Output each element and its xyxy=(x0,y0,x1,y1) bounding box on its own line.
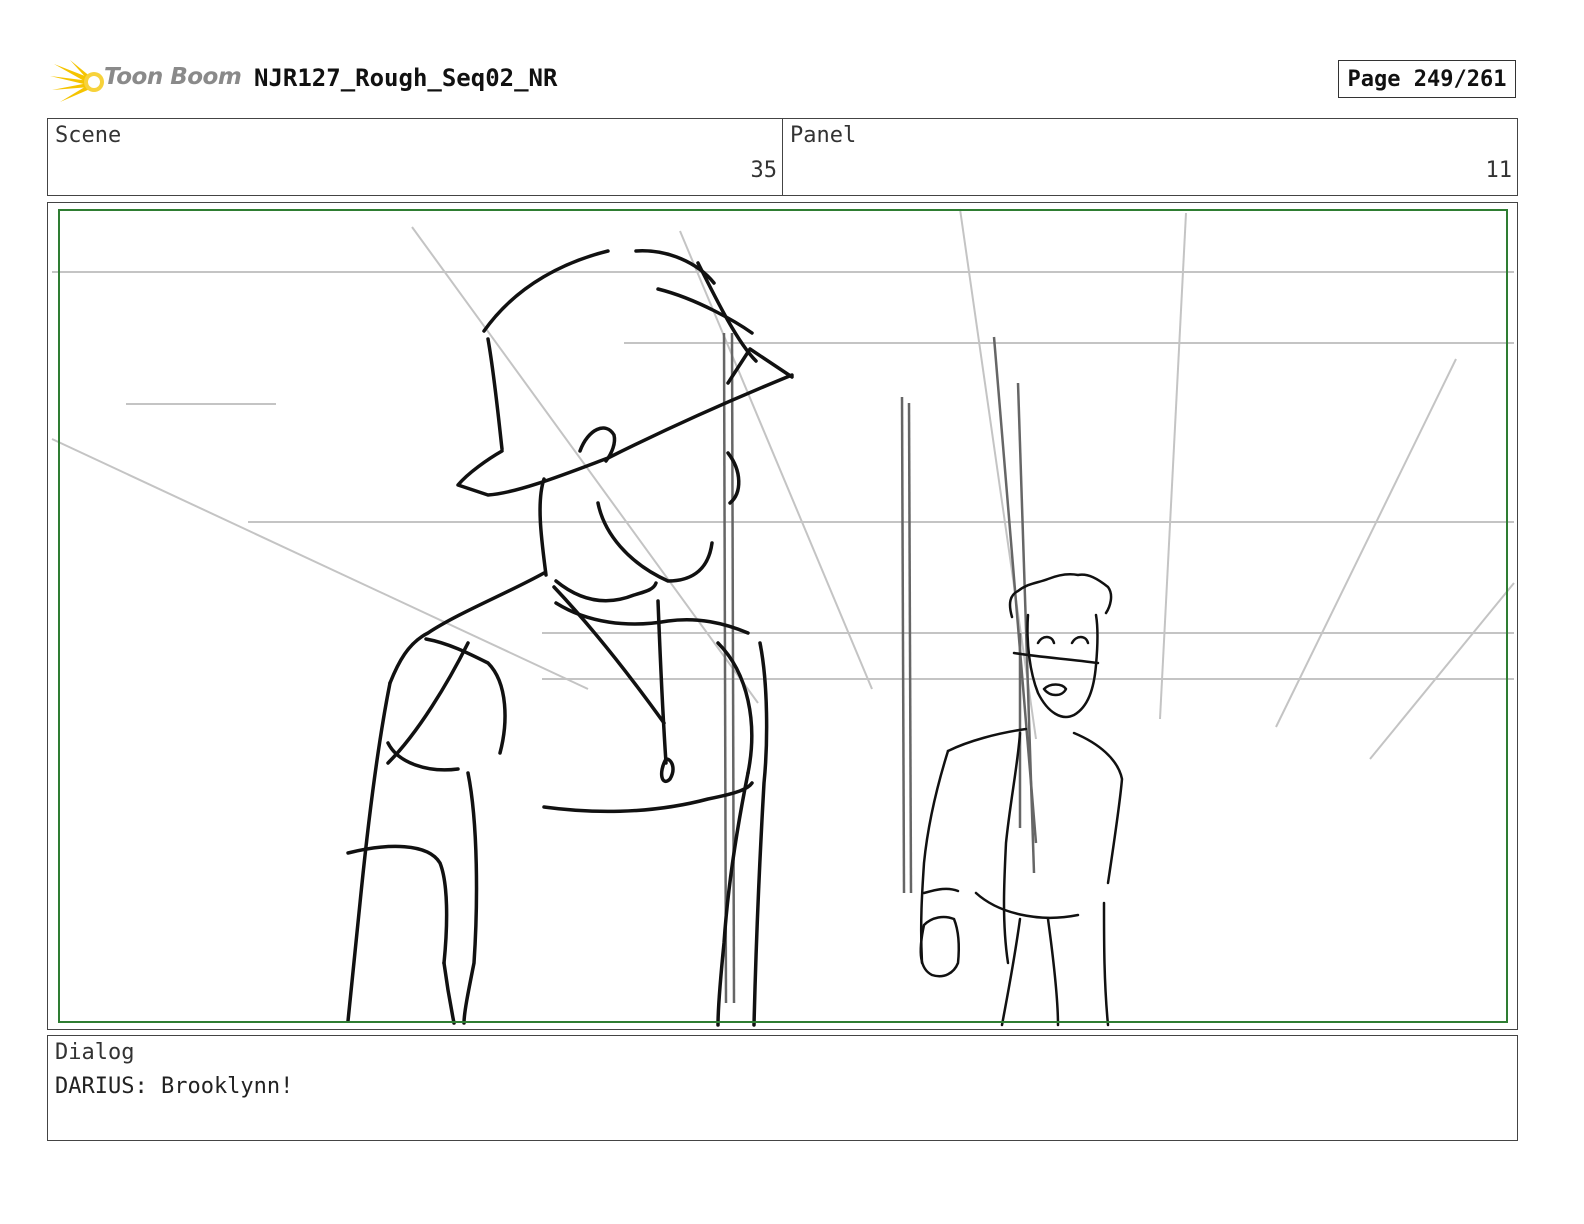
scene-label: Scene xyxy=(55,123,122,148)
document-title: NJR127_Rough_Seq02_NR xyxy=(254,64,558,92)
panel-cell: Panel 11 xyxy=(782,119,1517,195)
storyboard-panel-frame xyxy=(47,202,1518,1030)
dialog-line: DARIUS: Brooklynn! xyxy=(55,1074,294,1099)
scene-cell: Scene 35 xyxy=(48,119,782,195)
panel-label: Panel xyxy=(790,123,857,148)
brand-name: Toon Boom xyxy=(104,64,242,90)
sketch-drawing xyxy=(51,208,1515,1027)
scene-panel-info: Scene 35 Panel 11 xyxy=(47,118,1518,196)
dialog-box: Dialog DARIUS: Brooklynn! xyxy=(47,1035,1518,1141)
dialog-label: Dialog xyxy=(55,1040,135,1065)
scene-number: 35 xyxy=(750,158,778,183)
starburst-icon xyxy=(50,60,104,102)
page-indicator: Page 249/261 xyxy=(1338,60,1516,98)
panel-number: 11 xyxy=(1485,158,1513,183)
safe-area-border xyxy=(58,209,1508,1023)
perspective-guides xyxy=(51,208,1515,760)
